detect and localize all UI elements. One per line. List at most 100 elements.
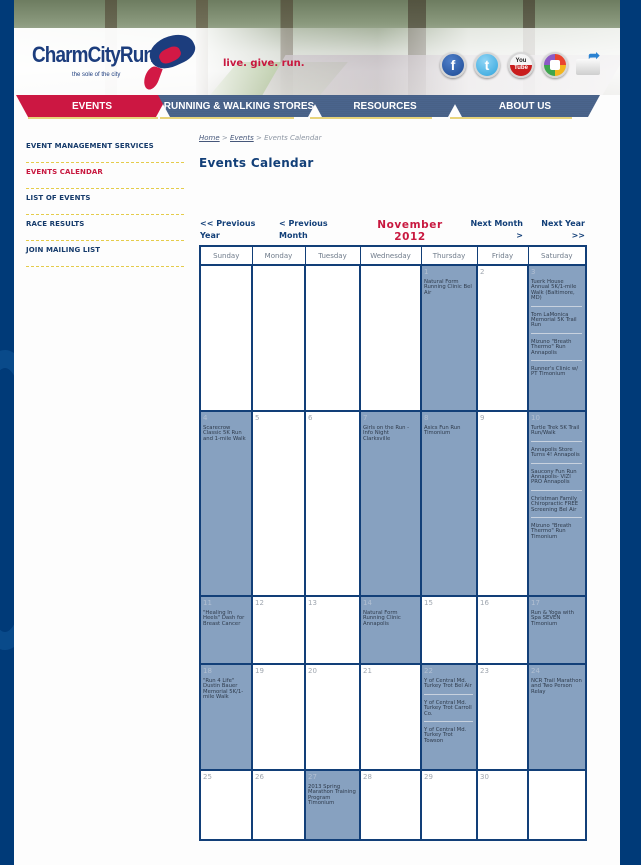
youtube-glyph-top: You xyxy=(515,58,527,64)
calendar-day-cell: 10 Turtle Trek 5K Trail Run/Walk Annapolis… xyxy=(527,410,587,597)
breadcrumb-home[interactable]: Home xyxy=(199,134,220,142)
previous-month-link[interactable]: < Previous Month xyxy=(279,218,349,242)
calendar-empty-cell xyxy=(359,264,422,412)
calendar-month-title: November 2012 xyxy=(377,219,443,243)
calendar-day-cell: 26 xyxy=(251,769,306,841)
calendar-event-link[interactable]: "Run 4 Life" Dustin Bauer Memorial 5K/1-… xyxy=(203,678,250,701)
day-number: 25 xyxy=(203,773,212,781)
calendar-event-link[interactable]: Run & Yoga with Spa SEVEN Timonium xyxy=(531,610,584,627)
site-header: CharmCityRun the sole of the city live. … xyxy=(14,0,620,95)
calendar-event-link[interactable]: Mizuno "Breath Thermo" Run Annapolis xyxy=(531,339,584,356)
calendar-day-cell: 13 xyxy=(304,595,361,665)
calendar-event-link[interactable]: 2013 Spring Marathon Training Program Ti… xyxy=(308,784,358,807)
calendar-event-link[interactable]: Natural Form Running Clinic Bel Air xyxy=(424,279,475,296)
twitter-icon[interactable]: t xyxy=(474,52,500,78)
nav-label: RESOURCES xyxy=(353,100,417,112)
calendar-day-cell: 27 2013 Spring Marathon Training Program … xyxy=(304,769,361,841)
logo-wordmark: CharmCityRun xyxy=(32,42,155,67)
sidebar-item-race-results[interactable]: RACE RESULTS xyxy=(26,215,184,241)
calendar-day-cell: 16 xyxy=(476,595,529,665)
calendar-event-link[interactable]: Y of Central Md. Turkey Trot Bel Air xyxy=(424,678,475,690)
calendar-event-link[interactable]: Turtle Trek 5K Trail Run/Walk xyxy=(531,425,584,437)
logo-tagline: the sole of the city xyxy=(72,72,121,78)
site-tagline: live. give. run. xyxy=(223,58,305,69)
calendar-day-cell: 3 Tuerk House Annual 5K/1-mile Walk (Balt… xyxy=(527,264,587,412)
next-year-link[interactable]: Next Year >> xyxy=(539,218,585,242)
calendar-event-link[interactable]: Tom LaMonica Memorial 5K Trail Run xyxy=(531,312,584,329)
calendar-event-link[interactable]: NCR Trail Marathon and Two Person Relay xyxy=(531,678,584,695)
day-number: 18 xyxy=(203,667,212,675)
day-number: 16 xyxy=(480,599,489,607)
day-number: 28 xyxy=(363,773,372,781)
next-month-link[interactable]: Next Month > xyxy=(467,218,523,242)
sidebar-item-event-management-services[interactable]: EVENT MANAGEMENT SERVICES xyxy=(26,137,184,163)
breadcrumb-current: Events Calendar xyxy=(264,134,322,142)
breadcrumb-separator: > xyxy=(255,134,262,142)
calendar-empty-cell xyxy=(527,769,587,841)
sidebar-nav: EVENT MANAGEMENT SERVICES EVENTS CALENDA… xyxy=(26,137,184,267)
sidebar-item-events-calendar[interactable]: EVENTS CALENDAR xyxy=(26,163,184,189)
day-number: 21 xyxy=(363,667,372,675)
day-number: 17 xyxy=(531,599,540,607)
weekday-header: Saturday xyxy=(527,245,587,266)
calendar-event-link[interactable]: Mizuno "Breath Thermo" Run Timonium xyxy=(531,523,584,540)
breadcrumb: Home > Events > Events Calendar xyxy=(199,134,589,142)
nav-item-about-us[interactable]: ABOUT US xyxy=(450,95,600,117)
calendar-empty-cell xyxy=(304,264,361,412)
breadcrumb-events[interactable]: Events xyxy=(230,134,254,142)
nav-item-resources[interactable]: RESOURCES xyxy=(310,95,460,117)
page-title: Events Calendar xyxy=(199,156,314,170)
day-number: 14 xyxy=(363,599,372,607)
calendar-event-link[interactable]: Y of Central Md. Turkey Trot Towson xyxy=(424,727,475,744)
youtube-icon[interactable]: You Tube xyxy=(508,52,534,78)
calendar-event-link[interactable]: Annapolis Store Turns 4! Annapolis xyxy=(531,447,584,459)
day-number: 29 xyxy=(424,773,433,781)
day-number: 1 xyxy=(424,268,429,276)
facebook-icon[interactable]: f xyxy=(440,52,466,78)
calendar-day-cell: 29 xyxy=(420,769,478,841)
calendar-empty-cell xyxy=(251,264,306,412)
calendar-event-link[interactable]: Runner's Clinic w/ PT Timonium xyxy=(531,366,584,378)
sidebar-item-list-of-events[interactable]: LIST OF EVENTS xyxy=(26,189,184,215)
day-number: 7 xyxy=(363,414,368,422)
event-divider xyxy=(531,332,582,334)
day-number: 20 xyxy=(308,667,317,675)
calendar-empty-cell xyxy=(199,264,253,412)
event-divider xyxy=(531,489,582,491)
nav-item-running-walking-stores[interactable]: RUNNING & WALKING STORES xyxy=(158,95,320,117)
calendar-day-cell: 2 xyxy=(476,264,529,412)
calendar-day-cell: 12 xyxy=(251,595,306,665)
picasa-icon[interactable] xyxy=(542,52,568,78)
calendar-event-link[interactable]: Y of Central Md. Turkey Trot Carroll Co. xyxy=(424,700,475,717)
calendar-event-link[interactable]: Natural Form Running Clinic Annapolis xyxy=(363,610,419,627)
calendar-week-row: 1 Natural Form Running Clinic Bel Air 2 3 Tu… xyxy=(199,264,587,412)
day-number: 27 xyxy=(308,773,317,781)
previous-year-link[interactable]: << Previous Year xyxy=(200,218,270,242)
calendar-week-row: 11 "Healing In Heels" Dash for Breast Can… xyxy=(199,595,587,665)
calendar-day-cell: 4 Scarecrow Classic 5K Run and 1-mile Wal… xyxy=(199,410,253,597)
day-number: 2 xyxy=(480,268,485,276)
calendar-event-link[interactable]: Christman Family Chiropractic FREE Scree… xyxy=(531,496,584,513)
twitter-glyph: t xyxy=(484,57,490,73)
calendar-day-cell: 5 xyxy=(251,410,306,597)
calendar-event-link[interactable]: Scarecrow Classic 5K Run and 1-mile Walk xyxy=(203,425,250,442)
nav-item-events[interactable]: EVENTS xyxy=(16,95,168,117)
day-number: 19 xyxy=(255,667,264,675)
calendar-event-link[interactable]: Saucony Fun Run Annapolis- VIZI PRO Anna… xyxy=(531,469,584,486)
calendar-event-link[interactable]: Tuerk House Annual 5K/1-mile Walk (Balti… xyxy=(531,279,584,302)
weekday-header: Friday xyxy=(476,245,529,266)
day-number: 9 xyxy=(480,414,485,422)
site-logo[interactable]: CharmCityRun the sole of the city xyxy=(32,27,202,92)
calendar-day-cell: 11 "Healing In Heels" Dash for Breast Can… xyxy=(199,595,253,665)
event-divider xyxy=(424,693,473,695)
day-number: 13 xyxy=(308,599,317,607)
calendar-event-link[interactable]: Girls on the Run - Info Night Clarksvill… xyxy=(363,425,419,442)
email-share-icon[interactable]: ➦ xyxy=(576,47,600,75)
event-divider xyxy=(531,517,582,519)
calendar-event-link[interactable]: "Healing In Heels" Dash for Breast Cance… xyxy=(203,610,250,627)
day-number: 22 xyxy=(424,667,433,675)
calendar-day-cell: 22 Y of Central Md. Turkey Trot Bel Air Y … xyxy=(420,663,478,771)
calendar-event-link[interactable]: Asics Fun Run Timonium xyxy=(424,425,475,437)
calendar-week-row: 18 "Run 4 Life" Dustin Bauer Memorial 5K/… xyxy=(199,663,587,771)
sidebar-item-join-mailing-list[interactable]: JOIN MAILING LIST xyxy=(26,241,184,267)
